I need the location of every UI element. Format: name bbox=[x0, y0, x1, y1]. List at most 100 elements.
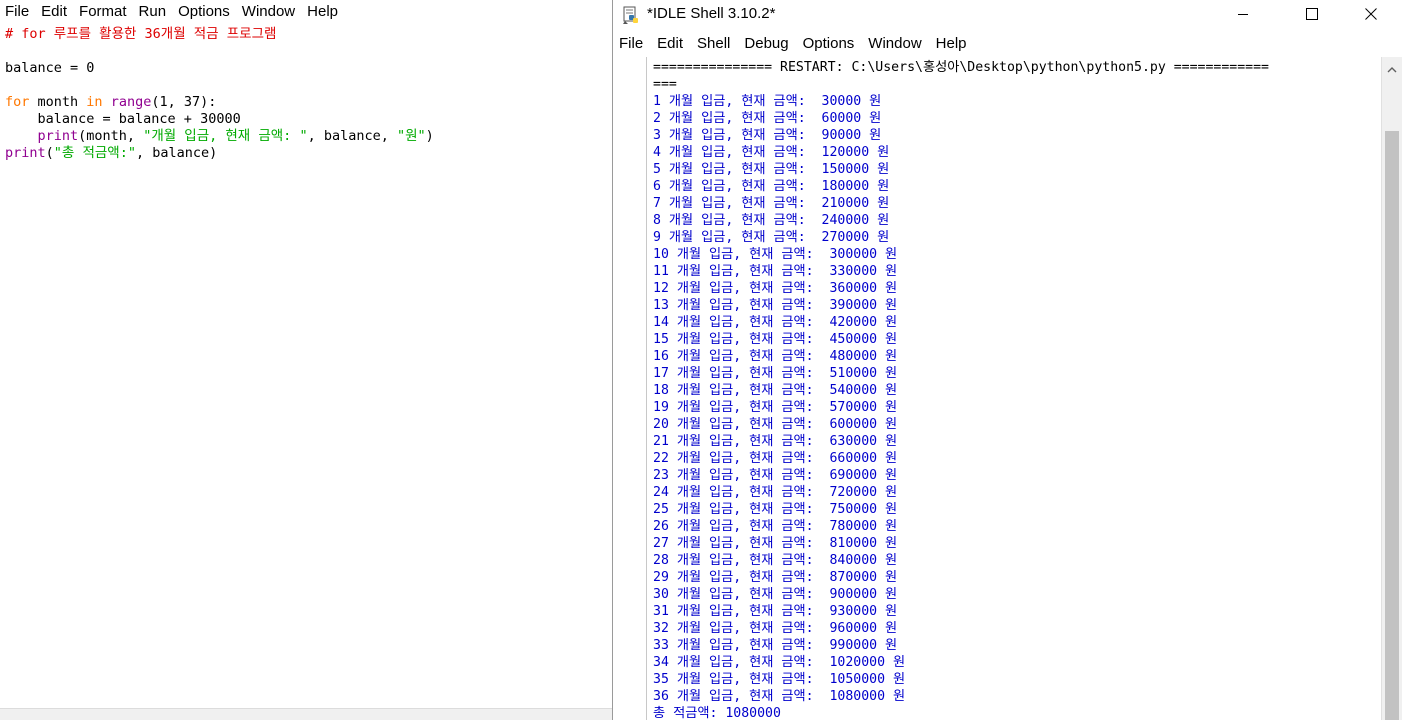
output-line: 32 개월 입금, 현재 금액: 960000 원 bbox=[653, 621, 898, 636]
shell-menu-window[interactable]: Window bbox=[861, 33, 928, 55]
editor-menu-file[interactable]: File bbox=[0, 0, 35, 24]
code-text: balance = 0 bbox=[5, 60, 95, 76]
code-line-7: print(month, "개월 입금, 현재 금액: ", balance, … bbox=[0, 128, 610, 145]
shell-output-area[interactable]: =============== RESTART: C:\Users\홍성아\De… bbox=[649, 59, 1379, 720]
minimize-button[interactable] bbox=[1220, 0, 1266, 28]
shell-menu-edit[interactable]: Edit bbox=[650, 33, 690, 55]
code-text: , balance) bbox=[135, 145, 218, 161]
minimize-icon bbox=[1237, 5, 1249, 24]
editor-menubar: File Edit Format Run Options Window Help bbox=[0, 0, 612, 24]
editor-menu-help[interactable]: Help bbox=[301, 0, 344, 24]
code-text: (month, bbox=[78, 128, 144, 144]
chevron-up-icon bbox=[1387, 58, 1397, 77]
output-line: 11 개월 입금, 현재 금액: 330000 원 bbox=[653, 264, 898, 279]
output-line: 19 개월 입금, 현재 금액: 570000 원 bbox=[653, 400, 898, 415]
output-line: 15 개월 입금, 현재 금액: 450000 원 bbox=[653, 332, 898, 347]
output-line: 35 개월 입금, 현재 금액: 1050000 원 bbox=[653, 672, 906, 687]
restart-line: =============== RESTART: C:\Users\홍성아\De… bbox=[653, 60, 1269, 75]
editor-menu-edit[interactable]: Edit bbox=[35, 0, 73, 24]
output-line: 28 개월 입금, 현재 금액: 840000 원 bbox=[653, 553, 898, 568]
code-line-6: balance = balance + 30000 bbox=[0, 111, 610, 128]
code-line-8: print("총 적금액:", balance) bbox=[0, 145, 610, 162]
maximize-button[interactable] bbox=[1289, 0, 1335, 28]
output-line: 총 적금액: 1080000 bbox=[653, 706, 781, 720]
output-line: 24 개월 입금, 현재 금액: 720000 원 bbox=[653, 485, 898, 500]
output-line: 22 개월 입금, 현재 금액: 660000 원 bbox=[653, 451, 898, 466]
output-lines: 1 개월 입금, 현재 금액: 30000 원 2 개월 입금, 현재 금액: 6… bbox=[649, 93, 1379, 720]
output-line: 5 개월 입금, 현재 금액: 150000 원 bbox=[653, 162, 890, 177]
output-line: 30 개월 입금, 현재 금액: 900000 원 bbox=[653, 587, 898, 602]
output-line: 25 개월 입금, 현재 금액: 750000 원 bbox=[653, 502, 898, 517]
shell-menu-shell[interactable]: Shell bbox=[690, 33, 737, 55]
shell-window: *IDLE Shell 3.10.2* File Edit Shell Debu… bbox=[612, 0, 1402, 720]
output-line: 8 개월 입금, 현재 금액: 240000 원 bbox=[653, 213, 890, 228]
code-line-5: for month in range(1, 37): bbox=[0, 94, 610, 111]
code-keyword-in: in bbox=[86, 94, 103, 110]
shell-menubar: File Edit Shell Debug Options Window Hel… bbox=[613, 33, 1402, 55]
editor-menu-run[interactable]: Run bbox=[133, 0, 173, 24]
close-icon bbox=[1365, 5, 1377, 24]
output-line: 36 개월 입금, 현재 금액: 1080000 원 bbox=[653, 689, 906, 704]
output-line: 16 개월 입금, 현재 금액: 480000 원 bbox=[653, 349, 898, 364]
output-line: 7 개월 입금, 현재 금액: 210000 원 bbox=[653, 196, 890, 211]
output-line: 27 개월 입금, 현재 금액: 810000 원 bbox=[653, 536, 898, 551]
output-line: 21 개월 입금, 현재 금액: 630000 원 bbox=[653, 434, 898, 449]
output-line: 4 개월 입금, 현재 금액: 120000 원 bbox=[653, 145, 890, 160]
output-line: 29 개월 입금, 현재 금액: 870000 원 bbox=[653, 570, 898, 585]
output-line: 2 개월 입금, 현재 금액: 60000 원 bbox=[653, 111, 882, 126]
output-line: 1 개월 입금, 현재 금액: 30000 원 bbox=[653, 94, 882, 109]
code-line-1: # for 루프를 활용한 36개월 적금 프로그램 bbox=[0, 26, 610, 43]
shell-menu-file[interactable]: File bbox=[613, 33, 650, 55]
scrollbar-thumb[interactable] bbox=[1385, 131, 1399, 720]
shell-menu-help[interactable]: Help bbox=[929, 33, 974, 55]
code-string: "원" bbox=[396, 128, 426, 144]
maximize-icon bbox=[1306, 5, 1318, 24]
editor-menu-format[interactable]: Format bbox=[73, 0, 133, 24]
output-line: 6 개월 입금, 현재 금액: 180000 원 bbox=[653, 179, 890, 194]
shell-prompt-gutter bbox=[620, 57, 647, 720]
output-line: 23 개월 입금, 현재 금액: 690000 원 bbox=[653, 468, 898, 483]
window-title: *IDLE Shell 3.10.2* bbox=[647, 5, 776, 22]
restart-line-wrap: === bbox=[653, 77, 677, 92]
editor-window: File Edit Format Run Options Window Help… bbox=[0, 0, 612, 720]
output-line: 17 개월 입금, 현재 금액: 510000 원 bbox=[653, 366, 898, 381]
code-builtin-print: print bbox=[5, 145, 46, 161]
editor-horizontal-scrollbar[interactable] bbox=[0, 708, 612, 720]
shell-menu-debug[interactable]: Debug bbox=[737, 33, 795, 55]
output-line: 13 개월 입금, 현재 금액: 390000 원 bbox=[653, 298, 898, 313]
code-builtin-range: range bbox=[110, 94, 152, 110]
shell-menu-options[interactable]: Options bbox=[796, 33, 862, 55]
output-line: 31 개월 입금, 현재 금액: 930000 원 bbox=[653, 604, 898, 619]
output-line: 3 개월 입금, 현재 금액: 90000 원 bbox=[653, 128, 882, 143]
code-text: ) bbox=[425, 128, 434, 144]
code-text: ( bbox=[45, 145, 54, 161]
shell-titlebar[interactable]: *IDLE Shell 3.10.2* bbox=[613, 0, 1402, 30]
shell-vertical-scrollbar[interactable] bbox=[1381, 57, 1402, 720]
code-text: month bbox=[29, 94, 87, 110]
close-button[interactable] bbox=[1348, 0, 1394, 28]
scroll-up-button[interactable] bbox=[1382, 57, 1402, 77]
output-line: 20 개월 입금, 현재 금액: 600000 원 bbox=[653, 417, 898, 432]
output-line: 14 개월 입금, 현재 금액: 420000 원 bbox=[653, 315, 898, 330]
code-text: , balance, bbox=[307, 128, 397, 144]
editor-menu-window[interactable]: Window bbox=[236, 0, 301, 24]
code-keyword-for: for bbox=[5, 94, 30, 110]
output-line: 33 개월 입금, 현재 금액: 990000 원 bbox=[653, 638, 898, 653]
code-builtin-print: print bbox=[37, 128, 79, 144]
output-line: 34 개월 입금, 현재 금액: 1020000 원 bbox=[653, 655, 906, 670]
editor-code-area[interactable]: # for 루프를 활용한 36개월 적금 프로그램 balance = 0 f… bbox=[0, 26, 610, 706]
idle-python-icon bbox=[621, 5, 641, 25]
code-string: "총 적금액:" bbox=[53, 145, 136, 161]
output-line: 12 개월 입금, 현재 금액: 360000 원 bbox=[653, 281, 898, 296]
code-string: "개월 입금, 현재 금액: " bbox=[143, 128, 308, 144]
code-text: balance = balance + 30000 bbox=[5, 111, 241, 127]
code-line-3: balance = 0 bbox=[0, 60, 610, 77]
output-line: 18 개월 입금, 현재 금액: 540000 원 bbox=[653, 383, 898, 398]
output-line: 10 개월 입금, 현재 금액: 300000 원 bbox=[653, 247, 898, 262]
output-line: 9 개월 입금, 현재 금액: 270000 원 bbox=[653, 230, 890, 245]
editor-menu-options[interactable]: Options bbox=[172, 0, 236, 24]
